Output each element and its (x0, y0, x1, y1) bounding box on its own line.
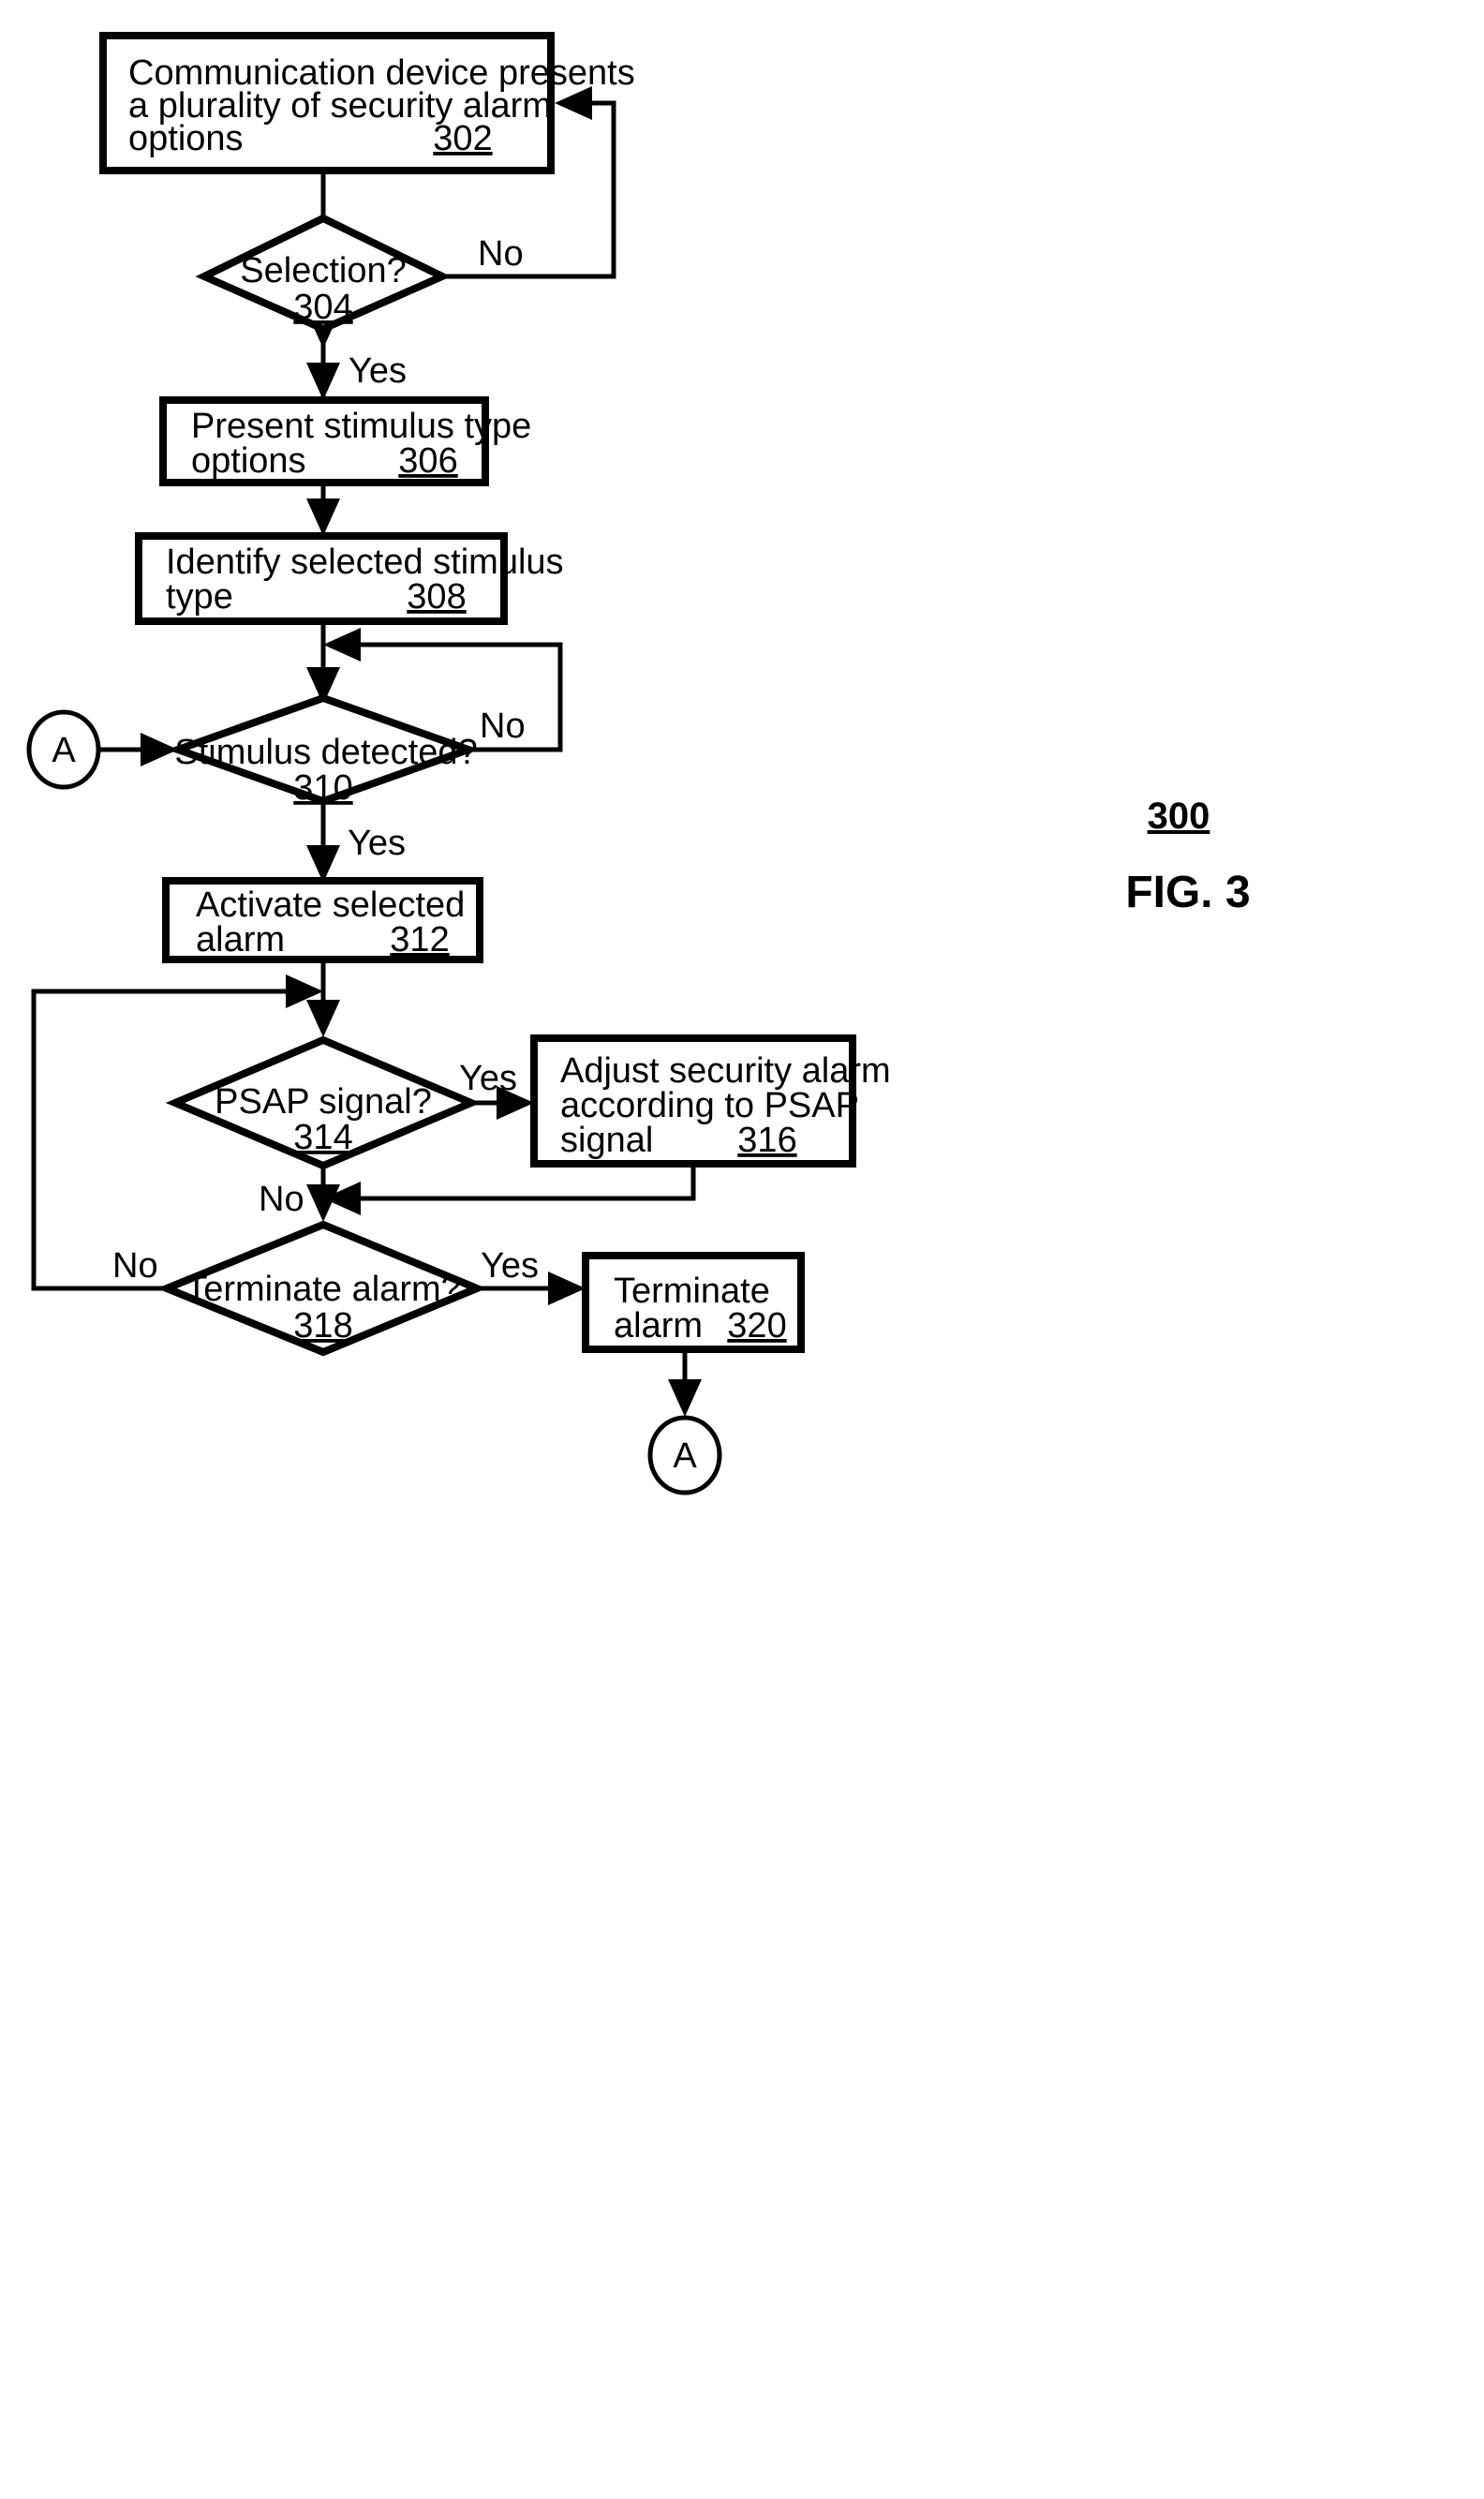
node-320-line-1: Terminate (614, 1272, 770, 1311)
node-308-line-2: type (166, 577, 233, 617)
node-318-line-1: Terminate alarm? (186, 1270, 461, 1309)
node-310-ref: 310 (293, 768, 352, 808)
node-306-ref: 306 (398, 441, 457, 481)
node-312-ref: 312 (390, 920, 449, 959)
edge-label-318-yes: Yes (481, 1246, 539, 1286)
flowchart-canvas: Communication device presents a pluralit… (26, 32, 1251, 1495)
node-302-ref: 302 (433, 119, 492, 158)
node-316-line-3: signal (560, 1121, 653, 1160)
node-318-text: Terminate alarm? 318 (186, 1270, 461, 1346)
node-320-ref: 320 (727, 1306, 786, 1346)
node-316-line-2: according to PSAP (560, 1086, 859, 1125)
node-304-text: Selection? 304 (240, 251, 406, 327)
node-308-ref: 308 (407, 577, 466, 617)
node-318-ref: 318 (293, 1306, 352, 1346)
node-314-ref: 314 (293, 1118, 352, 1157)
node-316-line-1: Adjust security alarm (560, 1051, 891, 1091)
edge-label-310-no: No (480, 707, 526, 746)
node-312-line-2: alarm (196, 920, 285, 959)
edge-connector-a-to-310 (98, 733, 178, 766)
node-308-line-1: Identify selected stimulus (166, 543, 564, 582)
patent-figure: Communication device presents a pluralit… (0, 0, 1484, 2499)
edge-308-to-310 (306, 621, 340, 705)
edge-316-to-314no (323, 1164, 696, 1215)
edge-label-314-yes: Yes (459, 1059, 517, 1098)
node-316-ref: 316 (737, 1121, 796, 1160)
node-302-line-3: options (128, 119, 244, 158)
node-314-line-1: PSAP signal? (215, 1082, 432, 1122)
node-312-line-1: Activate selected (196, 885, 465, 925)
node-306-line-1: Present stimulus type (191, 407, 531, 446)
node-310-text: Stimulus detected? 310 (174, 733, 477, 808)
edge-label-304-no: No (478, 234, 524, 274)
edge-label-314-no: No (259, 1180, 304, 1219)
node-304-line-1: Selection? (240, 251, 406, 290)
node-320-text: Terminate alarm 320 (614, 1272, 787, 1346)
edge-314-to-318 (306, 1166, 340, 1222)
connector-a-out-label: A (673, 1436, 697, 1476)
figure-number: 300 (1148, 796, 1210, 837)
edge-310-to-312 (306, 801, 340, 883)
edge-label-318-no: No (112, 1246, 158, 1286)
edge-label-304-yes: Yes (349, 351, 407, 391)
node-310-line-1: Stimulus detected? (174, 733, 477, 772)
edge-label-310-yes: Yes (348, 824, 406, 863)
figure-title: FIG. 3 (1125, 868, 1250, 917)
edge-306-to-308 (306, 483, 340, 536)
node-304-ref: 304 (293, 288, 352, 327)
edge-320-to-connector-a (668, 1349, 702, 1417)
edge-312-to-314 (306, 959, 340, 1037)
node-320-line-2: alarm (614, 1306, 703, 1346)
node-306-line-2: options (191, 441, 306, 481)
node-314-text: PSAP signal? 314 (215, 1082, 432, 1157)
connector-a-in-label: A (52, 731, 76, 770)
